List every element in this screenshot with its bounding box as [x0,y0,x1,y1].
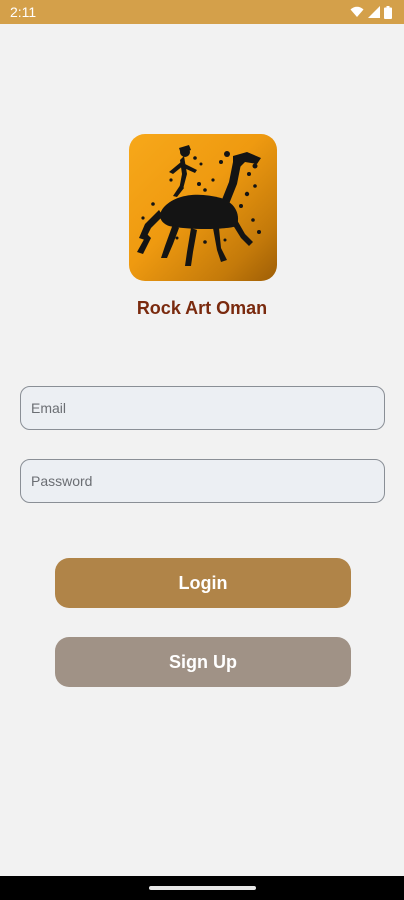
status-bar: 2:11 [0,0,404,24]
navigation-bar [0,876,404,900]
login-button-label: Login [178,572,228,593]
home-indicator[interactable] [149,886,256,890]
signal-icon [368,6,380,18]
login-button[interactable]: Login [55,558,351,608]
email-field[interactable] [20,386,385,430]
wifi-icon [350,6,364,18]
battery-icon [384,5,392,19]
status-time: 2:11 [10,4,37,20]
password-field[interactable] [20,459,385,503]
status-icons [350,5,392,19]
app-title: Rock Art Oman [136,298,268,318]
signup-button-label: Sign Up [169,651,237,672]
signup-button[interactable]: Sign Up [55,637,351,687]
rock-art-figure-logo [137,145,261,266]
app-logo [129,134,277,281]
